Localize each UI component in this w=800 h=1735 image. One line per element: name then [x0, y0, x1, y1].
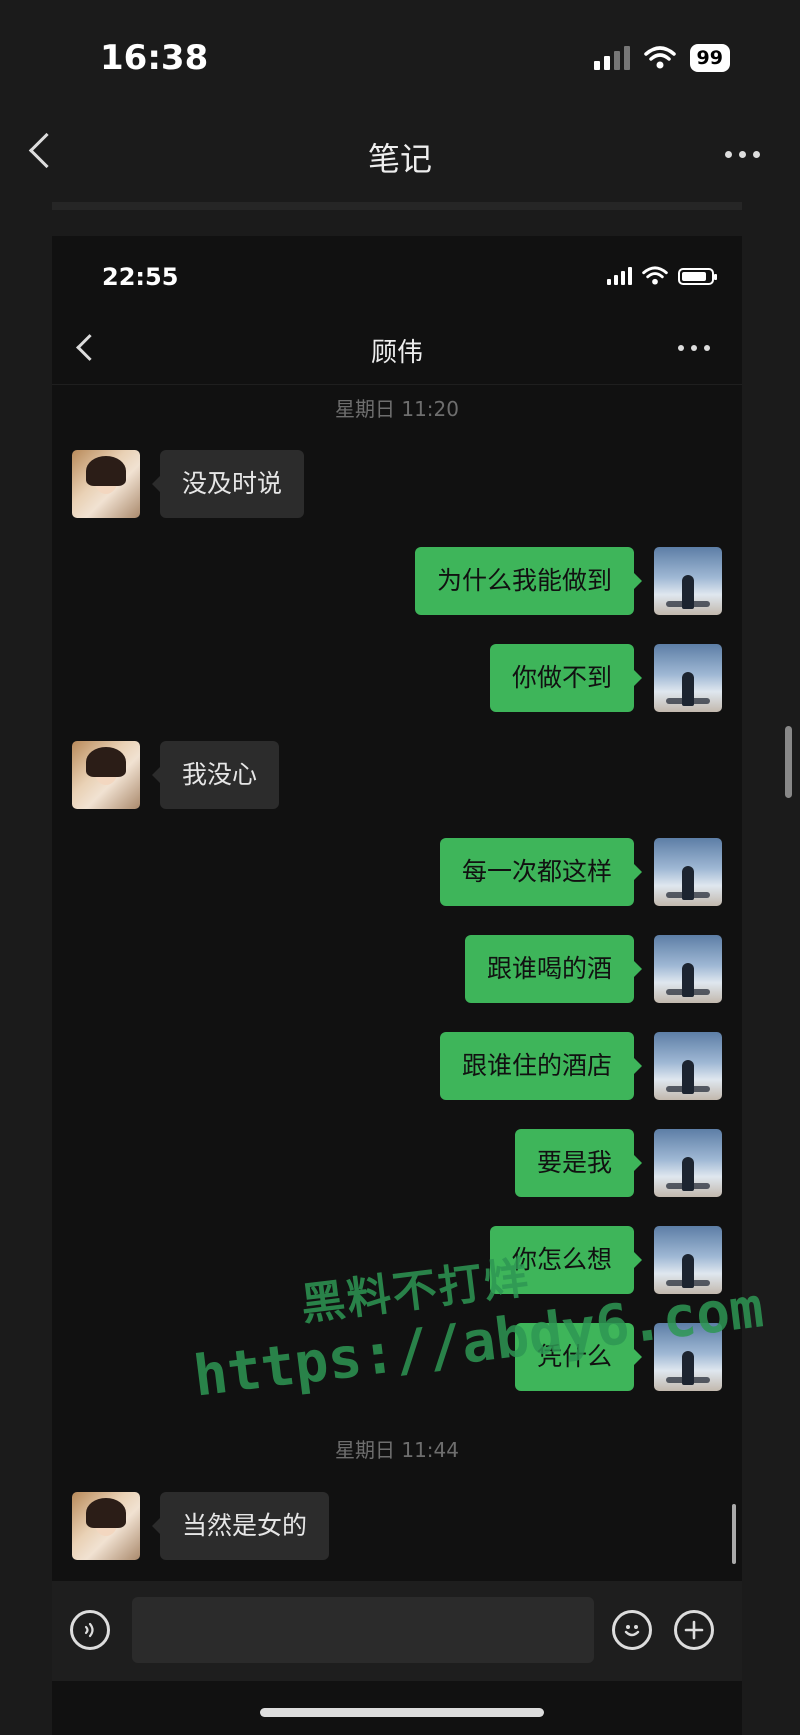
wifi-icon: [643, 46, 676, 69]
avatar[interactable]: [72, 1492, 140, 1560]
message-row: 要是我: [52, 1129, 742, 1199]
timestamp: 星期日 11:20: [335, 397, 459, 421]
divider: [52, 202, 742, 210]
message-bubble[interactable]: 要是我: [514, 1129, 643, 1197]
message-row: 跟谁喝的酒: [52, 935, 742, 1005]
page-title: 笔记: [367, 140, 432, 178]
message-bubble[interactable]: 跟谁喝的酒: [464, 935, 643, 1003]
avatar[interactable]: [654, 1032, 722, 1100]
message-row: 凭什么: [52, 1323, 742, 1393]
emoji-icon[interactable]: [612, 1610, 652, 1650]
timestamp: 星期日 11:44: [335, 1438, 459, 1462]
message-bubble[interactable]: 你做不到: [489, 644, 643, 712]
avatar[interactable]: [654, 838, 722, 906]
notes-header: 笔记: [0, 110, 800, 200]
status-time: 16:38: [100, 38, 209, 78]
avatar[interactable]: [72, 450, 140, 518]
message-bubble[interactable]: 没及时说: [151, 450, 305, 518]
message-row: 为什么我能做到: [52, 547, 742, 617]
battery-icon: [678, 267, 717, 285]
signal-icon: [593, 46, 630, 70]
avatar[interactable]: [72, 741, 140, 809]
chat-status-bar: 22:55: [52, 236, 742, 306]
avatar[interactable]: [654, 1323, 722, 1391]
avatar[interactable]: [654, 547, 722, 615]
avatar[interactable]: [654, 1129, 722, 1197]
signal-icon: [607, 267, 632, 285]
message-row: 你怎么想: [52, 1226, 742, 1296]
home-indicator[interactable]: [260, 1708, 544, 1717]
wifi-icon: [642, 266, 668, 285]
message-bubble[interactable]: 你怎么想: [489, 1226, 643, 1294]
chat-status-icons: [607, 266, 717, 286]
chat-scrollbar[interactable]: [732, 1504, 736, 1564]
message-bubble[interactable]: 每一次都这样: [439, 838, 643, 906]
message-row: 你做不到: [52, 644, 742, 714]
message-bubble[interactable]: 凭什么: [514, 1323, 643, 1391]
page-scrollbar[interactable]: [785, 726, 792, 798]
input-bar: [52, 1581, 742, 1681]
avatar[interactable]: [654, 1226, 722, 1294]
chat-status-time: 22:55: [102, 263, 179, 291]
voice-icon[interactable]: [70, 1610, 110, 1650]
message-input[interactable]: [132, 1597, 594, 1663]
battery-indicator: 99: [689, 44, 730, 72]
message-row: 当然是女的: [52, 1492, 742, 1562]
status-bar: 16:38 99: [0, 0, 800, 110]
message-bubble[interactable]: 跟谁住的酒店: [439, 1032, 643, 1100]
status-icons: 99: [593, 44, 730, 72]
chat-screenshot: 22:55 顾伟 星期日 11:20 没及时说 为什么我能做到 你做不到 我没心…: [52, 236, 742, 1735]
avatar[interactable]: [654, 644, 722, 712]
message-row: 我没心: [52, 741, 742, 811]
message-row: 每一次都这样: [52, 838, 742, 908]
more-icon[interactable]: [725, 151, 760, 158]
chat-header: 顾伟: [52, 314, 742, 385]
message-row: 跟谁住的酒店: [52, 1032, 742, 1102]
plus-icon[interactable]: [674, 1610, 714, 1650]
avatar[interactable]: [654, 935, 722, 1003]
contact-name: 顾伟: [370, 338, 423, 368]
more-icon[interactable]: [678, 345, 710, 351]
message-row: 没及时说: [52, 450, 742, 520]
message-bubble[interactable]: 为什么我能做到: [414, 547, 643, 615]
message-bubble[interactable]: 当然是女的: [151, 1492, 330, 1560]
message-bubble[interactable]: 我没心: [151, 741, 280, 809]
